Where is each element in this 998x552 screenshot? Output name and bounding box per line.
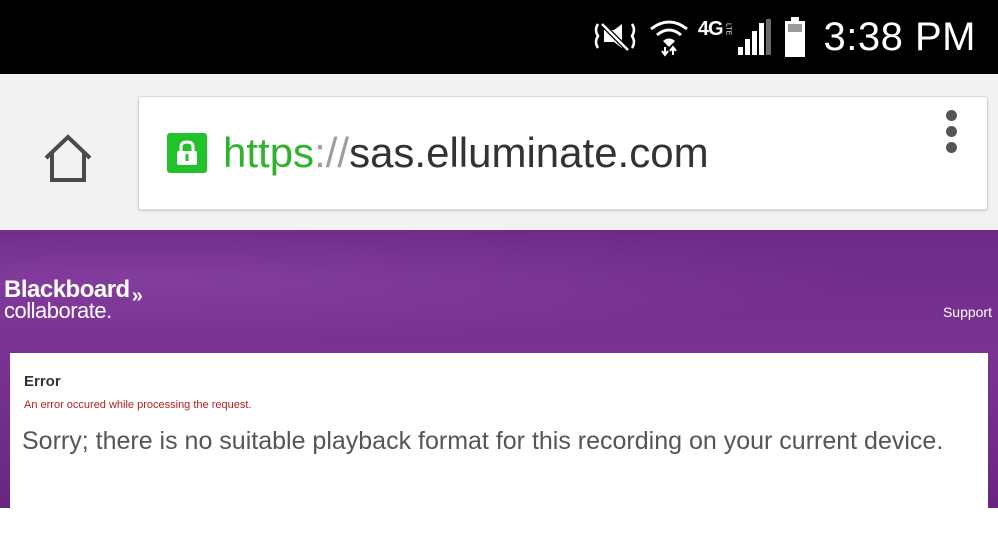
error-message: Sorry; there is no suitable playback for… [22, 427, 944, 455]
error-title: Error [24, 373, 61, 390]
browser-toolbar: https://sas.elluminate.com [0, 74, 998, 230]
lte-label: LTE [724, 22, 732, 36]
logo-wordmark-secondary: collaborate [4, 298, 107, 323]
network-type-label: 4G [697, 17, 724, 40]
menu-dot [945, 142, 957, 153]
more-vert-icon[interactable] [944, 110, 958, 154]
error-subtitle: An error occured while processing the re… [24, 399, 252, 411]
battery-icon [784, 17, 805, 57]
home-button[interactable] [40, 130, 96, 186]
lock-icon[interactable] [167, 133, 207, 173]
url-host: sas.elluminate.com [349, 129, 709, 176]
error-card: Error An error occured while processing … [10, 353, 988, 552]
url-separator: :// [314, 129, 350, 176]
status-bar: 4G LTE 3:38 PM [0, 0, 998, 74]
menu-dot [945, 110, 957, 121]
url-scheme: https [223, 129, 315, 176]
address-bar[interactable]: https://sas.elluminate.com [138, 96, 988, 210]
mute-icon [593, 22, 636, 52]
status-icons: 4G LTE 3:38 PM [592, 0, 998, 74]
wifi-icon [649, 20, 688, 57]
logo-tm: . [106, 298, 112, 323]
logo-line2: collaborate. [4, 300, 142, 322]
menu-dot [945, 126, 957, 137]
url-text: https://sas.elluminate.com [223, 129, 709, 177]
home-icon [44, 134, 92, 182]
banner-glow [0, 230, 998, 354]
clock: 3:38 PM [823, 14, 976, 59]
blackboard-collaborate-logo[interactable]: Blackboard» collaborate. [4, 278, 143, 322]
support-link[interactable]: Support [943, 304, 992, 320]
signal-icon [737, 19, 771, 55]
logo-chevron: » [131, 285, 143, 307]
